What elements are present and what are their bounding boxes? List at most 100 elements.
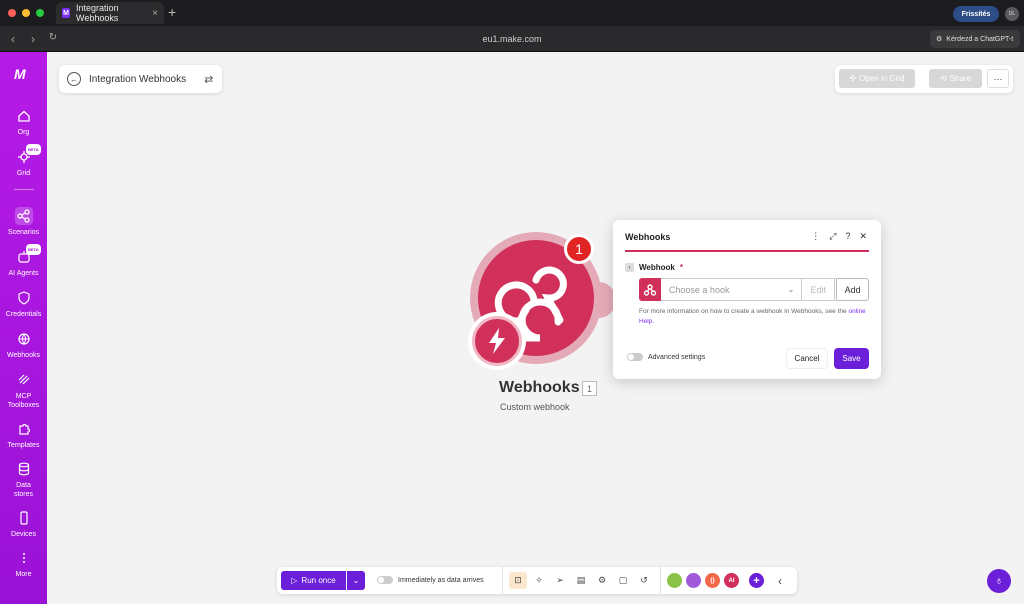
run-options-chevron-down-icon[interactable]: ⌄ (347, 571, 365, 590)
dialog-title: Webhooks (625, 232, 671, 242)
magic-wand-icon[interactable]: ✧ (530, 572, 548, 589)
toolbar-divider (502, 567, 503, 594)
undo-icon[interactable]: ↺ (635, 572, 653, 589)
beta-badge: BETA (26, 244, 41, 255)
chevron-right-icon[interactable]: › (625, 263, 634, 272)
bottom-toolbar: ▷ Run once ⌄ Immediately as data arrives… (277, 567, 797, 594)
layout-icon[interactable]: ▤ (572, 572, 590, 589)
cancel-button[interactable]: Cancel (786, 348, 828, 369)
scheduling-icon[interactable]: ⊡ (509, 572, 527, 589)
share-label: Share (949, 74, 972, 83)
help-icon[interactable]: ? (845, 231, 850, 242)
app-sidebar: M Org BETA Grid Scenarios BETA AI Agents… (0, 52, 47, 604)
scenario-title[interactable]: Integration Webhooks (89, 74, 186, 85)
add-module-icon[interactable]: + (749, 573, 764, 588)
tab-title: Integration Webhooks (76, 3, 119, 23)
json-app-icon[interactable]: {} (705, 573, 720, 588)
module-name[interactable]: Webhooks (499, 379, 580, 397)
add-hook-button[interactable]: Add (836, 278, 870, 301)
webhook-label-text: Webhook (639, 263, 675, 272)
schedule-label: Immediately as data arrives (398, 576, 484, 584)
share-nodes-icon (14, 207, 33, 225)
play-icon: ▷ (291, 576, 298, 585)
grid-icon: ✣ (849, 74, 857, 83)
mcp-icon (18, 374, 29, 385)
webhook-field-label: › Webhook * (625, 263, 683, 272)
advanced-settings-row: Advanced settings (627, 353, 705, 361)
sidebar-item-scenarios[interactable]: Scenarios (0, 207, 47, 237)
swap-icon[interactable]: ⇄ (204, 73, 213, 86)
hook-select-dropdown[interactable]: Choose a hook ⌄ (660, 278, 803, 301)
sidebar-item-ai-agents[interactable]: BETA AI Agents (0, 244, 47, 278)
note-icon[interactable]: ▢ (614, 572, 632, 589)
shield-icon (17, 291, 30, 305)
chevron-left-icon[interactable]: ‹ (771, 572, 789, 589)
browser-tab[interactable]: M Integration Webhooks × (56, 2, 164, 24)
more-options-button[interactable]: ··· (987, 69, 1009, 88)
chevron-down-icon: ⌄ (787, 285, 795, 294)
sidebar-item-more[interactable]: More (0, 549, 47, 579)
run-once-button[interactable]: ▷ Run once (281, 571, 346, 590)
open-in-grid-label: Open in Grid (859, 74, 905, 83)
help-description: For more information on how to create a … (639, 308, 847, 315)
sidebar-item-data-stores[interactable]: Data stores (0, 460, 47, 499)
schedule-toggle[interactable] (377, 576, 393, 584)
sidebar-item-credentials[interactable]: Credentials (0, 289, 47, 319)
plane-icon[interactable]: ➢ (551, 572, 569, 589)
house-icon (17, 110, 30, 122)
back-arrow-icon[interactable]: ← (67, 72, 81, 86)
make-favicon-icon: M (62, 8, 71, 18)
scenario-canvas[interactable]: ← Integration Webhooks ⇄ ✣ Open in Grid … (47, 52, 1024, 604)
sidebar-item-label: Data stores (13, 482, 34, 498)
sidebar-item-label: Grid (16, 170, 31, 177)
sidebar-item-webhooks[interactable]: Webhooks (0, 330, 47, 360)
minimize-window-button[interactable] (22, 9, 30, 17)
sidebar-item-org[interactable]: Org (0, 107, 47, 137)
chatgpt-button[interactable]: ⚙ Kérdezd a ChatGPT-t (930, 30, 1020, 48)
sidebar-item-label: Org (17, 129, 30, 136)
flow-control-app-icon[interactable] (686, 573, 701, 588)
operations-count-badge[interactable]: 1 (564, 234, 594, 264)
make-logo[interactable]: M (14, 66, 26, 82)
maximize-window-button[interactable] (36, 9, 44, 17)
lightning-icon (489, 328, 505, 354)
sidebar-item-grid[interactable]: BETA Grid (0, 144, 47, 178)
profile-avatar[interactable]: DL (1005, 7, 1019, 21)
share-icon: ⟲ (939, 74, 947, 83)
address-bar[interactable]: eu1.make.com (0, 34, 1024, 44)
tab-close-icon[interactable]: × (152, 8, 158, 19)
webhooks-settings-dialog: Webhooks ⋮ ⤢ ? ✕ › Webhook * Choose a hoo… (613, 220, 881, 379)
webhook-selector-row: Choose a hook ⌄ Edit Add (639, 278, 870, 301)
sidebar-item-devices[interactable]: Devices (0, 509, 47, 539)
schedule-setting: Immediately as data arrives (377, 576, 484, 584)
share-button[interactable]: ⟲ Share (929, 69, 982, 88)
update-button[interactable]: Frissítés (953, 6, 999, 22)
close-icon[interactable]: ✕ (859, 231, 867, 242)
lightbulb-help-icon[interactable]: ♁ (987, 569, 1011, 593)
close-window-button[interactable] (8, 9, 16, 17)
module-number: 1 (582, 381, 597, 396)
tools-app-icon[interactable] (667, 573, 682, 588)
expand-icon[interactable]: ⤢ (829, 231, 836, 242)
sidebar-item-templates[interactable]: Templates (0, 420, 47, 450)
instant-trigger-icon[interactable] (472, 316, 522, 366)
edit-hook-button[interactable]: Edit (802, 278, 836, 301)
sidebar-item-label: More (15, 571, 32, 578)
sidebar-item-label: Scenarios (7, 229, 40, 236)
ai-app-icon[interactable]: AI (724, 573, 739, 588)
toolbar-divider (660, 567, 661, 594)
open-in-grid-button[interactable]: ✣ Open in Grid (839, 69, 915, 88)
sidebar-item-label: Devices (11, 531, 36, 538)
gear-icon[interactable]: ⚙ (593, 572, 611, 589)
dialog-title-underline (625, 250, 869, 252)
sidebar-divider (14, 189, 34, 190)
database-icon (18, 462, 29, 476)
sidebar-item-label: MCP Toolboxes (7, 393, 40, 409)
new-tab-icon[interactable]: + (168, 4, 176, 20)
sidebar-item-mcp-toolboxes[interactable]: MCP Toolboxes (0, 371, 47, 410)
top-actions-bar: ✣ Open in Grid ⟲ Share ··· (835, 65, 1013, 93)
more-vertical-icon[interactable]: ⋮ (811, 231, 820, 242)
phone-icon (19, 511, 28, 525)
save-button[interactable]: Save (834, 348, 869, 369)
advanced-settings-toggle[interactable] (627, 353, 643, 361)
